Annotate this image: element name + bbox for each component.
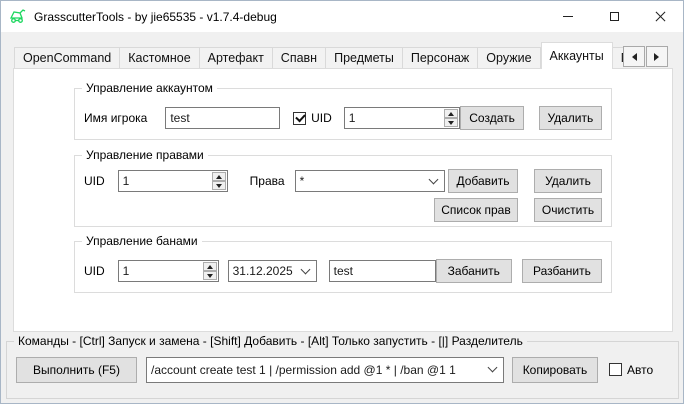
window-title: GrasscutterTools - by jie65535 - v1.7.4-… (34, 10, 277, 24)
spinner-buttons (202, 261, 218, 281)
maximize-icon (610, 12, 619, 21)
ban-button[interactable]: Забанить (436, 259, 512, 283)
perm-uid-value: 1 (119, 171, 211, 191)
chevron-down-icon (428, 174, 438, 184)
tab-scroll-left-button[interactable] (623, 46, 645, 67)
unban-button[interactable]: Разбанить (522, 259, 602, 283)
create-account-button[interactable]: Создать (460, 106, 523, 130)
spin-down-icon (216, 184, 222, 191)
group-title: Управление аккаунтом (82, 81, 217, 96)
spin-down-button[interactable] (212, 181, 226, 190)
spin-up-button[interactable] (203, 262, 217, 271)
permission-value: * (296, 174, 427, 188)
auto-checkbox-label: Авто (627, 363, 653, 377)
spin-up-icon (448, 109, 454, 116)
ban-date-value: 31.12.2025 (229, 264, 299, 278)
group-title: Управление банами (82, 234, 202, 249)
clear-permissions-button[interactable]: Очистить (534, 198, 602, 222)
account-uid-value: 1 (345, 108, 444, 128)
player-name-label: Имя игрока (84, 111, 147, 125)
maximize-button[interactable] (591, 1, 637, 32)
ban-uid-label: UID (84, 264, 105, 278)
title-bar: GrasscutterTools - by jie65535 - v1.7.4-… (1, 1, 683, 32)
add-permission-button[interactable]: Добавить (448, 169, 518, 193)
ban-uid-spinner[interactable]: 1 (118, 260, 219, 282)
tab-strip: OpenCommand Кастомное Артефакт Спавн Пре… (14, 42, 623, 69)
permission-combobox[interactable]: * (295, 170, 445, 192)
minimize-button[interactable] (545, 1, 591, 32)
player-name-input[interactable]: test (165, 107, 280, 129)
tab-mail[interactable]: Почта (613, 47, 623, 69)
close-icon (655, 11, 666, 22)
spin-down-icon (448, 121, 454, 128)
auto-checkbox[interactable] (609, 363, 622, 376)
command-group-title: Команды - [Ctrl] Запуск и замена - [Shif… (14, 334, 527, 349)
spin-down-icon (207, 274, 213, 281)
ban-date-picker[interactable]: 31.12.2025 (228, 260, 317, 282)
window-controls (545, 1, 683, 32)
spin-down-button[interactable] (203, 271, 217, 280)
uid-checkbox[interactable] (293, 112, 306, 125)
tab-character[interactable]: Персонаж (403, 47, 478, 69)
spin-up-button[interactable] (444, 109, 458, 118)
ban-uid-value: 1 (119, 261, 202, 281)
player-name-value: test (170, 111, 189, 125)
perm-uid-spinner[interactable]: 1 (118, 170, 228, 192)
command-value: /account create test 1 | /permission add… (147, 363, 486, 377)
account-uid-spinner[interactable]: 1 (344, 107, 461, 129)
tab-artifact[interactable]: Артефакт (200, 47, 273, 69)
run-command-button[interactable]: Выполнить (F5) (16, 357, 137, 383)
tab-spawn[interactable]: Спавн (273, 47, 326, 69)
tab-items[interactable]: Предметы (326, 47, 403, 69)
ban-reason-input[interactable]: test (329, 260, 436, 282)
tab-weapon[interactable]: Оружие (478, 47, 540, 69)
copy-command-button[interactable]: Копировать (512, 357, 598, 383)
permission-management-group: Управление правами UID 1 Права * Добавит… (74, 155, 612, 227)
accounts-tab-panel: Управление аккаунтом Имя игрока test UID… (13, 68, 673, 332)
tab-accounts[interactable]: Аккаунты (541, 42, 613, 69)
grasscutter-app-icon (9, 8, 27, 25)
spinner-buttons (211, 171, 227, 191)
chevron-down-icon (300, 264, 310, 274)
minimize-icon (563, 16, 573, 17)
spin-down-button[interactable] (444, 118, 458, 127)
chevron-down-icon (488, 363, 498, 373)
command-combobox[interactable]: /account create test 1 | /permission add… (146, 357, 504, 383)
perm-uid-label: UID (84, 174, 105, 188)
spin-up-button[interactable] (212, 172, 226, 181)
arrow-right-icon (654, 53, 663, 61)
tab-opencommand[interactable]: OpenCommand (14, 47, 120, 69)
spin-up-icon (216, 172, 222, 179)
perm-label: Права (250, 174, 285, 188)
account-management-group: Управление аккаунтом Имя игрока test UID… (74, 88, 612, 140)
remove-permission-button[interactable]: Удалить (534, 169, 602, 193)
uid-checkbox-label: UID (311, 111, 332, 125)
close-button[interactable] (637, 1, 683, 32)
spinner-buttons (443, 108, 459, 128)
command-group: Команды - [Ctrl] Запуск и замена - [Shif… (6, 341, 679, 399)
ban-reason-value: test (334, 264, 353, 278)
spin-up-icon (207, 262, 213, 269)
tab-custom[interactable]: Кастомное (120, 47, 199, 69)
delete-account-button[interactable]: Удалить (539, 106, 602, 130)
tab-scroll-right-button[interactable] (646, 46, 668, 67)
app-window: GrasscutterTools - by jie65535 - v1.7.4-… (0, 0, 684, 404)
permission-list-button[interactable]: Список прав (434, 198, 518, 222)
group-title: Управление правами (82, 148, 208, 163)
ban-management-group: Управление банами UID 1 31.12.2025 test (74, 241, 612, 293)
arrow-left-icon (628, 53, 637, 61)
